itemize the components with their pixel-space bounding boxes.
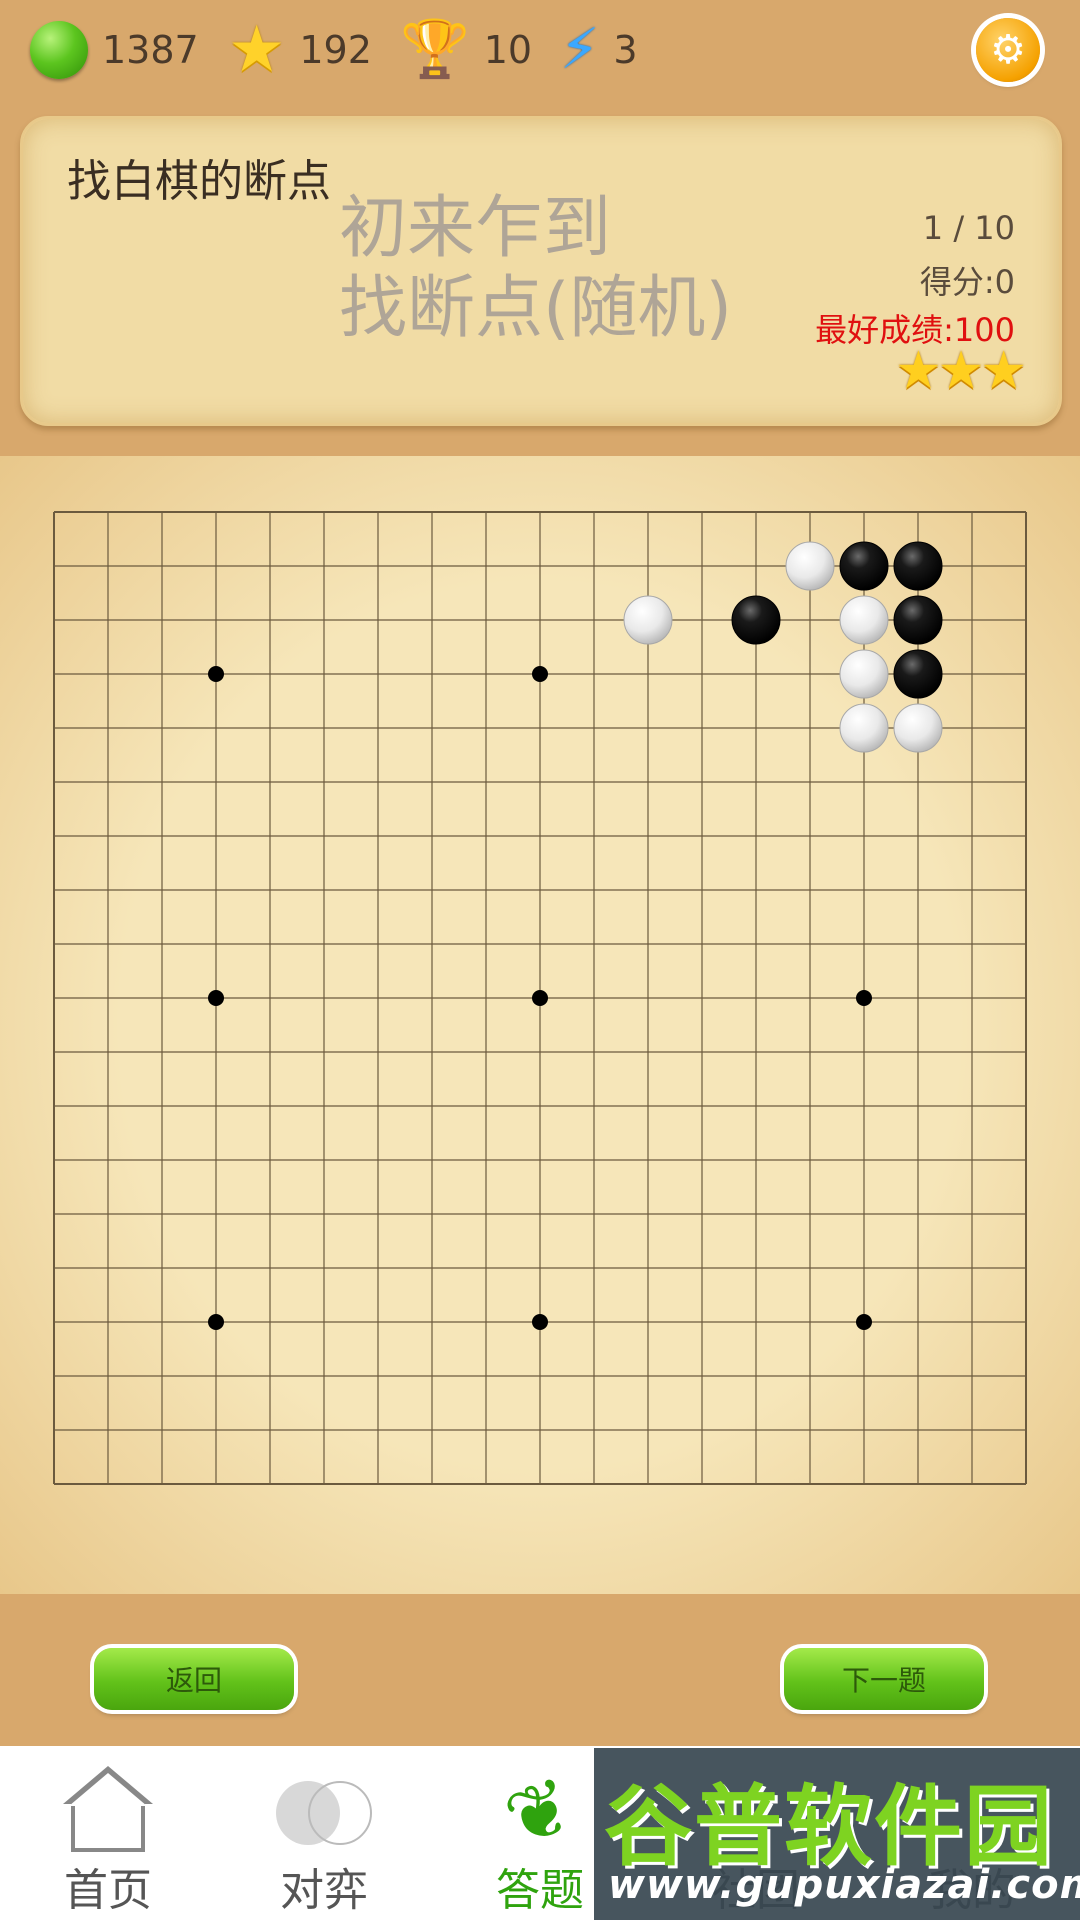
star-count: 192: [299, 28, 372, 72]
coin-count: 1387: [102, 28, 199, 72]
energy-stat[interactable]: ⚡ 3: [560, 12, 638, 88]
star-stat[interactable]: ★ 192: [228, 12, 372, 88]
nav-home-label: 首页: [64, 1865, 152, 1916]
rating-star-icon: ★: [937, 341, 985, 401]
energy-count: 3: [613, 28, 638, 72]
black-stone: [731, 595, 781, 645]
star-point: [208, 990, 224, 1006]
lightning-icon: ⚡: [560, 17, 600, 82]
stats-bar: 1387 ★ 192 🏆 10 ⚡ 3 ⚙: [0, 0, 1080, 100]
star-point: [208, 666, 224, 682]
next-question-button[interactable]: 下一题: [784, 1648, 984, 1710]
level-watermark-line2: 找断点(随机): [339, 269, 733, 348]
problem-card: 找白棋的断点 初来乍到 找断点(随机) 1 / 10 得分:0 最好成绩:100…: [20, 116, 1062, 426]
go-board[interactable]: [0, 456, 1080, 1594]
white-stone: [785, 541, 835, 591]
white-stone: [623, 595, 673, 645]
black-stone: [839, 541, 889, 591]
green-coin-icon: [30, 21, 88, 79]
nav-battle[interactable]: 对弈: [216, 1746, 432, 1920]
gear-icon: ⚙: [990, 27, 1026, 73]
logo-url: www.gupuxiazai.com: [608, 1862, 1080, 1908]
stones-layer: [623, 541, 943, 753]
feather-icon: ❦: [493, 1759, 587, 1867]
star-point: [856, 990, 872, 1006]
trophy-stat[interactable]: 🏆 10: [400, 12, 532, 88]
rating-star-icon: ★: [895, 341, 942, 401]
trophy-count: 10: [483, 28, 533, 72]
star-rating: ★★★: [895, 341, 1027, 401]
star-point: [532, 1314, 548, 1330]
back-button[interactable]: 返回: [94, 1648, 294, 1710]
score-label: 得分:0: [919, 263, 1015, 301]
level-watermark-line1: 初来乍到: [339, 189, 612, 268]
star-point: [208, 1314, 224, 1330]
level-watermark: 初来乍到 找断点(随机): [339, 189, 732, 349]
home-icon: [63, 1766, 153, 1852]
white-stone: [839, 595, 889, 645]
star-point: [532, 666, 548, 682]
coin-stat[interactable]: 1387: [30, 12, 199, 88]
nav-home[interactable]: 首页: [0, 1746, 216, 1920]
black-stone: [893, 595, 943, 645]
problem-progress: 1 / 10: [922, 209, 1015, 247]
board-panel: [0, 456, 1080, 1594]
problem-title: 找白棋的断点: [67, 156, 331, 207]
black-stone: [893, 541, 943, 591]
star-point: [856, 1314, 872, 1330]
site-logo-watermark: 谷普软件园 www.gupuxiazai.com: [594, 1748, 1080, 1920]
white-stone: [839, 649, 889, 699]
rating-star-icon: ★: [980, 341, 1027, 401]
battle-icon: [276, 1781, 372, 1845]
trophy-icon: 🏆: [400, 17, 470, 82]
star-icon: ★: [228, 13, 286, 87]
settings-button[interactable]: ⚙: [976, 18, 1040, 82]
star-point: [532, 990, 548, 1006]
white-stone: [893, 703, 943, 753]
black-stone: [893, 649, 943, 699]
nav-battle-label: 对弈: [280, 1865, 368, 1916]
white-stone: [839, 703, 889, 753]
